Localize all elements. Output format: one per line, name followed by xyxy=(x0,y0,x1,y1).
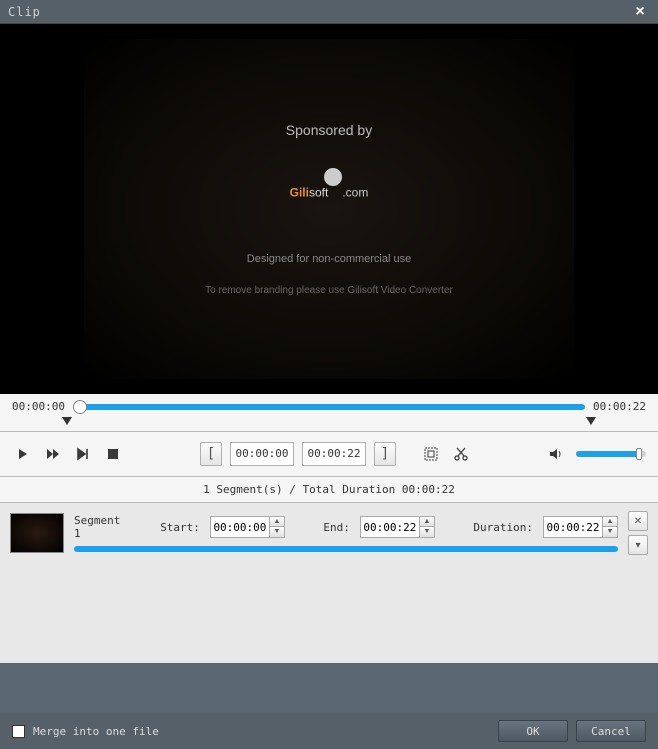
start-label: Start: xyxy=(160,521,200,534)
segment-list-empty xyxy=(0,563,658,663)
timeline-end-time: 00:00:22 xyxy=(593,400,646,413)
fast-forward-button[interactable] xyxy=(42,443,64,465)
volume-slider[interactable] xyxy=(576,451,646,457)
end-spinner[interactable]: ▲▼ xyxy=(360,516,435,538)
remove-branding-text: To remove branding please use Gilisoft V… xyxy=(205,285,453,296)
video-preview: Sponsored by Gilisoft.com Designed for n… xyxy=(0,24,658,394)
segment-name: Segment 1 xyxy=(74,514,129,540)
brand-logo: Gilisoft.com xyxy=(290,168,369,203)
out-marker[interactable] xyxy=(586,417,596,425)
footer: Merge into one file OK Cancel xyxy=(0,713,658,749)
volume-thumb[interactable] xyxy=(636,448,642,460)
titlebar: Clip × xyxy=(0,0,658,24)
timeline-thumb[interactable] xyxy=(73,400,87,414)
in-marker[interactable] xyxy=(62,417,72,425)
controls-panel: [ 00:00:00 00:00:22 ] xyxy=(0,432,658,477)
close-button[interactable]: × xyxy=(630,2,650,22)
designed-text: Designed for non-commercial use xyxy=(247,253,411,265)
stop-button[interactable] xyxy=(102,443,124,465)
start-up[interactable]: ▲ xyxy=(270,517,284,527)
end-down[interactable]: ▼ xyxy=(420,527,434,537)
video-frame: Sponsored by Gilisoft.com Designed for n… xyxy=(84,39,574,379)
timeline-slider[interactable] xyxy=(73,404,585,410)
cut-button[interactable] xyxy=(450,443,472,465)
merge-checkbox[interactable] xyxy=(12,725,25,738)
start-down[interactable]: ▼ xyxy=(270,527,284,537)
duration-input[interactable] xyxy=(544,517,602,537)
gear-icon xyxy=(324,168,342,186)
set-in-button[interactable]: [ xyxy=(200,442,222,466)
cancel-button[interactable]: Cancel xyxy=(576,720,646,742)
sponsored-text: Sponsored by xyxy=(286,122,372,138)
segment-summary: 1 Segment(s) / Total Duration 00:00:22 xyxy=(0,477,658,503)
duration-up[interactable]: ▲ xyxy=(603,517,617,527)
out-time-field[interactable]: 00:00:22 xyxy=(302,442,366,466)
crop-button[interactable] xyxy=(420,443,442,465)
window-title: Clip xyxy=(8,5,630,19)
end-label: End: xyxy=(323,521,350,534)
timeline-start-time: 00:00:00 xyxy=(12,400,65,413)
add-segment-button[interactable]: ▾ xyxy=(628,535,648,555)
duration-down[interactable]: ▼ xyxy=(603,527,617,537)
start-input[interactable] xyxy=(211,517,269,537)
duration-label: Duration: xyxy=(473,521,533,534)
ok-button[interactable]: OK xyxy=(498,720,568,742)
segment-progress[interactable] xyxy=(74,546,618,552)
play-button[interactable] xyxy=(12,443,34,465)
segment-row: Segment 1 Start: ▲▼ End: ▲▼ Duration: ▲▼… xyxy=(0,503,658,563)
duration-spinner[interactable]: ▲▼ xyxy=(543,516,618,538)
start-spinner[interactable]: ▲▼ xyxy=(210,516,285,538)
next-frame-button[interactable] xyxy=(72,443,94,465)
segment-thumbnail[interactable] xyxy=(10,513,64,553)
end-input[interactable] xyxy=(361,517,419,537)
end-up[interactable]: ▲ xyxy=(420,517,434,527)
delete-segment-button[interactable]: ✕ xyxy=(628,511,648,531)
set-out-button[interactable]: ] xyxy=(374,442,396,466)
timeline-panel: 00:00:00 00:00:22 xyxy=(0,394,658,432)
in-time-field[interactable]: 00:00:00 xyxy=(230,442,294,466)
volume-icon[interactable] xyxy=(546,443,568,465)
merge-label: Merge into one file xyxy=(33,725,159,738)
